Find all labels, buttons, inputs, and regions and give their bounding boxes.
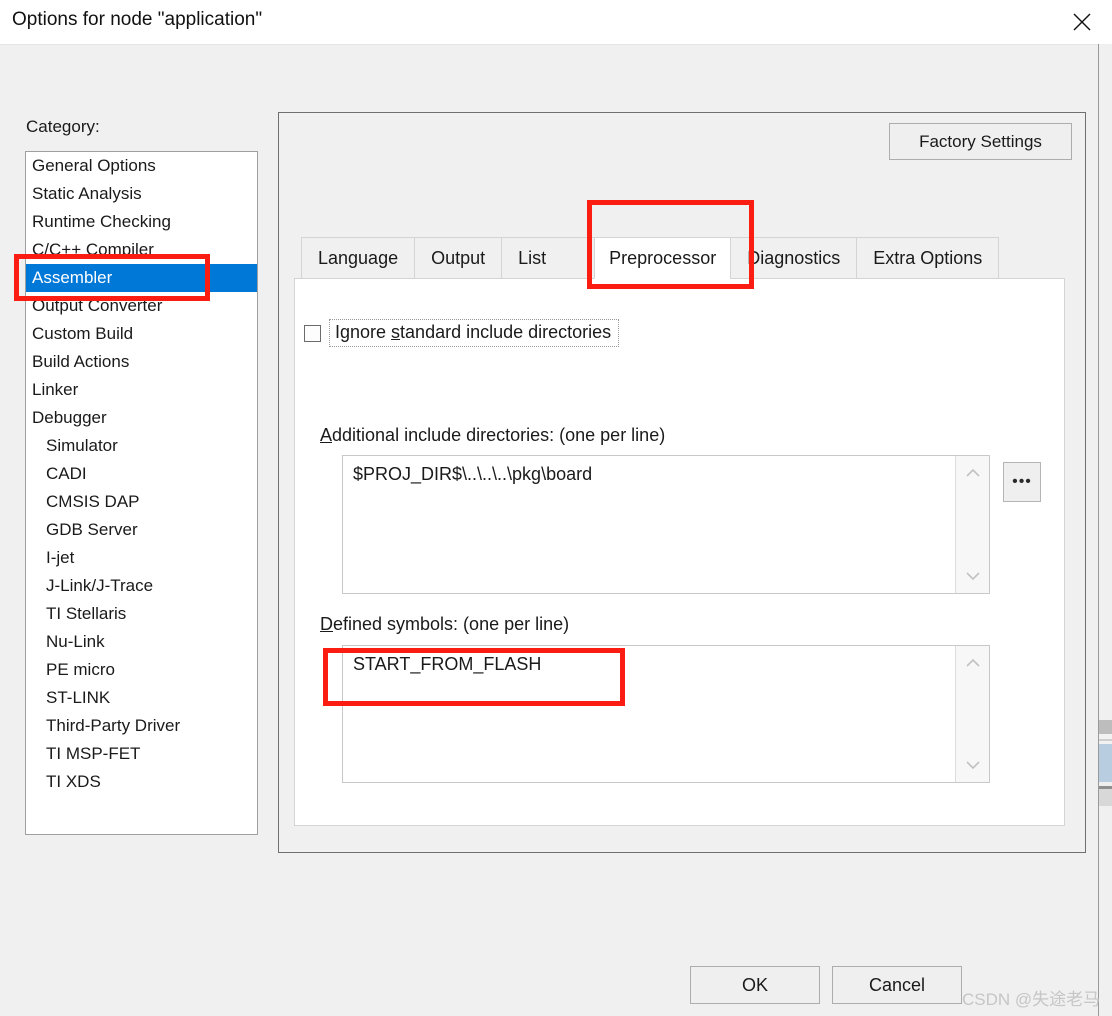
chevron-down-icon[interactable] [956,565,989,587]
category-item-cadi[interactable]: CADI [26,460,257,488]
category-item-static-analysis[interactable]: Static Analysis [26,180,257,208]
category-item-gdb-server[interactable]: GDB Server [26,516,257,544]
category-item-build-actions[interactable]: Build Actions [26,348,257,376]
watermark: CSDN @失途老马 [962,985,1100,1010]
category-item-cmsis-dap[interactable]: CMSIS DAP [26,488,257,516]
category-item-debugger[interactable]: Debugger [26,404,257,432]
tab-label: Extra Options [873,248,982,269]
tab-strip: Language Output List Preprocessor Diagno… [301,237,1065,279]
tab-preprocessor[interactable]: Preprocessor [594,237,730,279]
label-part: dditional include directories: (one per … [332,425,665,445]
category-listbox[interactable]: General Options Static Analysis Runtime … [25,151,258,835]
tab-label: Diagnostics [747,248,840,269]
category-item-ti-xds[interactable]: TI XDS [26,768,257,796]
ignore-standard-includes-row[interactable]: Ignore standard include directories [304,319,619,347]
category-item-linker[interactable]: Linker [26,376,257,404]
chevron-up-icon[interactable] [956,652,989,674]
tab-diagnostics[interactable]: Diagnostics [730,237,856,279]
category-item-i-jet[interactable]: I-jet [26,544,257,572]
tab-label: Language [318,248,398,269]
title-bar: Options for node "application" [0,0,1112,44]
category-item-custom-build[interactable]: Custom Build [26,320,257,348]
tab-list[interactable]: List [501,237,594,279]
defined-symbols-value: START_FROM_FLASH [353,654,541,675]
category-item-third-party-driver[interactable]: Third-Party Driver [26,712,257,740]
tab-label: List [518,248,546,269]
label-part: efined symbols: (one per line) [333,614,569,634]
category-item-runtime-checking[interactable]: Runtime Checking [26,208,257,236]
background-window-sliver [1098,44,1112,1016]
include-dirs-browse-button[interactable]: ••• [1003,462,1041,502]
factory-settings-button[interactable]: Factory Settings [889,123,1072,160]
category-item-nu-link[interactable]: Nu-Link [26,628,257,656]
ignore-standard-includes-label[interactable]: Ignore standard include directories [329,319,619,347]
defined-symbols-scrollbar[interactable] [955,646,989,782]
accelerator-char: A [320,425,332,445]
category-item-j-link-j-trace[interactable]: J-Link/J-Trace [26,572,257,600]
chevron-up-icon[interactable] [956,462,989,484]
options-dialog: Options for node "application" Category:… [0,0,1112,1016]
include-dirs-scrollbar[interactable] [955,456,989,593]
category-item-ti-msp-fet[interactable]: TI MSP-FET [26,740,257,768]
additional-include-directories-label: Additional include directories: (one per… [320,425,665,446]
tab-language[interactable]: Language [301,237,414,279]
category-label: Category: [26,117,100,137]
accelerator-char: D [320,614,333,634]
ok-button[interactable]: OK [690,966,820,1004]
category-item-st-link[interactable]: ST-LINK [26,684,257,712]
close-button[interactable] [1052,0,1112,44]
category-item-ti-stellaris[interactable]: TI Stellaris [26,600,257,628]
page-title: Options for node "application" [12,9,262,31]
defined-symbols-input[interactable]: START_FROM_FLASH [342,645,990,783]
category-item-general-options[interactable]: General Options [26,152,257,180]
tab-label: Output [431,248,485,269]
category-item-pe-micro[interactable]: PE micro [26,656,257,684]
background-scrollbar [1099,720,1112,806]
chevron-down-icon[interactable] [956,754,989,776]
additional-include-directories-input[interactable]: $PROJ_DIR$\..\..\..\pkg\board [342,455,990,594]
title-divider [0,44,1112,45]
category-item-output-converter[interactable]: Output Converter [26,292,257,320]
cancel-button[interactable]: Cancel [832,966,962,1004]
close-icon [1071,11,1093,33]
accelerator-char: s [391,322,400,342]
ignore-standard-includes-checkbox[interactable] [304,325,321,342]
tab-extra-options[interactable]: Extra Options [856,237,999,279]
category-item-assembler[interactable]: Assembler [26,264,257,292]
tab-output[interactable]: Output [414,237,501,279]
tab-label: Preprocessor [609,248,716,269]
category-item-simulator[interactable]: Simulator [26,432,257,460]
additional-include-directories-value: $PROJ_DIR$\..\..\..\pkg\board [353,464,592,485]
category-item-c-cpp-compiler[interactable]: C/C++ Compiler [26,236,257,264]
defined-symbols-label: Defined symbols: (one per line) [320,614,569,635]
label-part: tandard include directories [400,322,611,342]
label-part: Ignore [335,322,391,342]
